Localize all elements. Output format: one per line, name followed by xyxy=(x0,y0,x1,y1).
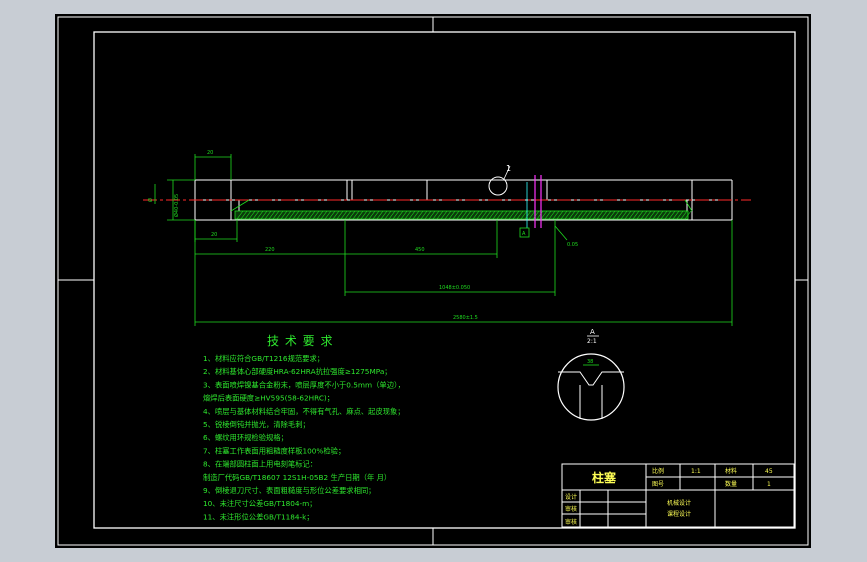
tb-part-name: 柱塞 xyxy=(592,470,617,485)
requirement-item: 1、材料应符合GB/T1216规范要求； xyxy=(203,354,324,363)
tb-qty-value: 1 xyxy=(767,481,771,488)
detail-view: 38 xyxy=(557,353,625,421)
tb-design-label: 设计 xyxy=(565,493,577,501)
drawing-sheet: 1 20 20 220 450 1048±0.050 2580±1.5 Ø40-… xyxy=(55,14,811,548)
tb-drawing-no-label: 图号 xyxy=(652,481,664,488)
requirement-item: 2、材料基体心部硬度HRA-62HRA抗拉强度≥1275MPa； xyxy=(203,367,392,376)
detail-dim-text: 38 xyxy=(587,359,593,365)
tb-scale-value: 1:1 xyxy=(691,468,701,475)
requirement-item: 11、未注形位公差GB/T1184-k； xyxy=(203,512,314,521)
dim-bot-text: 20 xyxy=(211,232,217,238)
chamfer-line-2 xyxy=(684,199,693,212)
tb-check-label: 审核 xyxy=(565,505,577,513)
right-note-text: 0.05 xyxy=(567,242,578,248)
dim-220-text: 220 xyxy=(265,247,275,253)
requirement-item: 制造厂代码GB/T18607 12S1H-05B2 生产日期（年 月） xyxy=(203,473,391,482)
requirement-item: 6、螺纹用环规检验规格； xyxy=(203,433,288,442)
detail-callout: 1 xyxy=(506,164,511,173)
dim-small-dia-text: Ø xyxy=(147,198,154,202)
dim-dia-text: Ø40-0.05 xyxy=(173,194,180,217)
right-leader xyxy=(554,225,568,241)
requirement-item: 8、在端部圆柱面上用电刻笔标记： xyxy=(203,460,317,469)
requirements-title: 技 术 要 求 xyxy=(267,334,333,348)
section-label-b: 2:1 xyxy=(587,338,597,345)
outer-border xyxy=(57,16,809,546)
requirement-item: 5、锐棱倒钝并抛光，清除毛刺； xyxy=(203,420,310,429)
section-label-a: A xyxy=(590,328,595,336)
dimension-texts: 20 20 220 450 1048±0.050 2580±1.5 Ø40-0.… xyxy=(147,150,578,321)
coating-hatch xyxy=(234,210,692,220)
requirement-item: 4、喷层与基体材料结合牢固，不得有气孔、麻点、起皮现象； xyxy=(203,407,405,416)
sheet-frame xyxy=(57,16,809,546)
tb-qty-label: 数量 xyxy=(725,480,737,488)
dim-total-text: 2580±1.5 xyxy=(453,315,478,321)
tolerance-box-text: A xyxy=(522,231,526,237)
requirement-item: 3、表面喷焊镍基合金粉末，喷层厚度不小于0.5mm（单边）， xyxy=(203,380,405,389)
dim-mid-text: 1048±0.050 xyxy=(439,285,470,291)
requirements-list: 1、材料应符合GB/T1216规范要求； 2、材料基体心部硬度HRA-62HRA抗… xyxy=(203,354,405,521)
requirement-item: 9、倒棱退刀尺寸、表面粗糙度与形位公差要求相同； xyxy=(203,486,375,495)
requirement-item: 7、柱塞工作表面用粗糙度样板100%检验； xyxy=(203,446,345,455)
requirement-item: 10、未注尺寸公差GB/T1804-m； xyxy=(203,499,317,508)
dim-450-text: 450 xyxy=(415,247,425,253)
tb-material-value: 45 xyxy=(765,468,773,475)
dim-top-text: 20 xyxy=(207,150,213,156)
tb-review-label: 审核 xyxy=(565,518,577,526)
tb-dept-line1: 机械设计 xyxy=(667,499,691,507)
cad-drawing: 1 20 20 220 450 1048±0.050 2580±1.5 Ø40-… xyxy=(57,16,809,546)
tb-scale-label: 比例 xyxy=(652,467,664,475)
inner-border xyxy=(93,31,796,529)
tb-material-label: 材料 xyxy=(725,467,737,475)
tb-dept-line2: 课程设计 xyxy=(667,510,691,518)
chamfer-line-1 xyxy=(230,199,250,212)
shaft-top-edge xyxy=(194,180,733,201)
title-block-text: 柱塞 比例 1:1 材料 45 图号 数量 1 设计 审核 审核 机械设计 课程… xyxy=(565,467,773,526)
requirement-item: 熔焊后表面硬度≥HV595(58-62HRC)； xyxy=(203,394,334,403)
